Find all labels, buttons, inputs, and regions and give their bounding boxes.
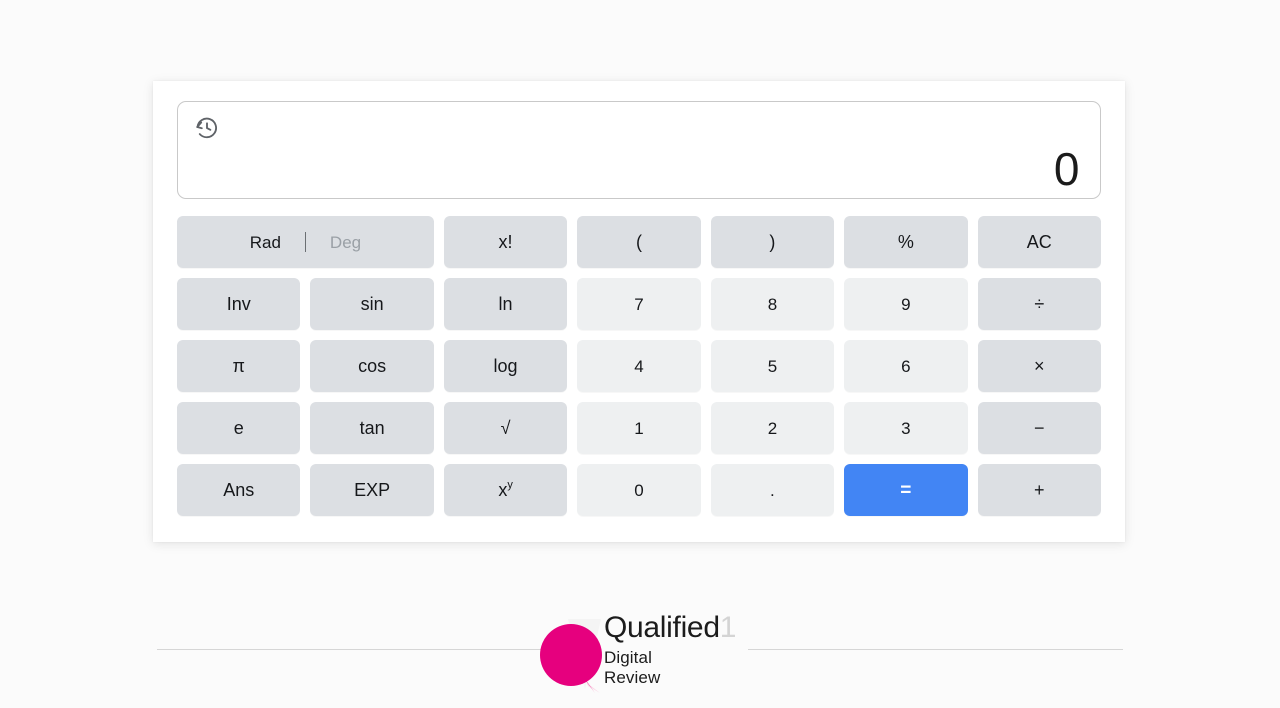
logo-title: Qualified1 — [604, 613, 736, 643]
key-decimal-point-label: . — [770, 480, 775, 500]
key-paren-open-label: ( — [635, 232, 642, 252]
key-multiply[interactable]: × — [977, 340, 1101, 392]
key-ln-label: ln — [498, 294, 513, 314]
key-angle-toggle[interactable]: Rad Deg — [177, 216, 434, 268]
key-ln[interactable]: ln — [443, 278, 568, 330]
logo-title-main: Qualified — [604, 611, 720, 644]
history-icon[interactable] — [194, 115, 220, 141]
key-decimal-point[interactable]: . — [710, 464, 835, 516]
key-6-label: 6 — [901, 356, 911, 376]
angle-mode-rad[interactable]: Rad — [226, 234, 305, 251]
key-3-label: 3 — [901, 418, 911, 438]
key-all-clear-label: AC — [1026, 232, 1052, 252]
key-add[interactable]: + — [977, 464, 1101, 516]
key-power-base: x — [498, 480, 508, 500]
qualified-digital-review-logo: Qualified1 Digital Review — [538, 605, 750, 703]
key-inverse[interactable]: Inv — [177, 278, 301, 330]
key-3[interactable]: 3 — [844, 402, 968, 454]
key-4[interactable]: 4 — [577, 340, 701, 392]
key-percent[interactable]: % — [844, 216, 968, 268]
key-0-label: 0 — [634, 480, 644, 500]
key-divide[interactable]: ÷ — [977, 278, 1101, 330]
calculator-display[interactable]: 0 — [177, 101, 1101, 199]
key-tan[interactable]: tan — [310, 402, 434, 454]
key-answer-label: Ans — [223, 480, 255, 500]
key-7[interactable]: 7 — [577, 278, 701, 330]
key-7-label: 7 — [634, 294, 644, 314]
display-value: 0 — [1053, 143, 1080, 195]
key-5-label: 5 — [767, 356, 778, 376]
footer-rule-right — [748, 649, 1123, 650]
key-9[interactable]: 9 — [844, 278, 968, 330]
key-sin[interactable]: sin — [310, 278, 434, 330]
key-answer[interactable]: Ans — [177, 464, 301, 516]
key-8[interactable]: 8 — [710, 278, 835, 330]
key-add-label: + — [1034, 480, 1045, 500]
key-4-label: 4 — [634, 356, 644, 376]
calculator-keypad: Rad Deg x! ()% AC Inv sin ln 7 8 9 ÷ π cos log 4 5 6 × e tan… — [177, 216, 1101, 516]
key-1[interactable]: 1 — [577, 402, 701, 454]
key-cos-label: cos — [358, 356, 387, 376]
key-power[interactable]: xy — [443, 464, 568, 516]
key-9-label: 9 — [901, 294, 911, 314]
key-inverse-label: Inv — [226, 294, 251, 314]
key-log-label: log — [493, 356, 518, 376]
key-cos[interactable]: cos — [310, 340, 434, 392]
key-log[interactable]: log — [443, 340, 568, 392]
key-square-root[interactable]: √ — [443, 402, 568, 454]
key-subtract[interactable]: − — [977, 402, 1101, 454]
logo-text-block: Qualified1 Digital Review — [604, 613, 736, 688]
key-e-label: e — [233, 418, 244, 438]
key-square-root-label: √ — [500, 418, 511, 438]
key-8-label: 8 — [767, 294, 778, 314]
logo-subtitle-line-2: Review — [604, 668, 661, 688]
key-factorial[interactable]: x! — [443, 216, 568, 268]
key-tan-label: tan — [359, 418, 385, 438]
speech-bubble-logo-icon — [540, 619, 602, 693]
key-exponent-exp-label: EXP — [354, 480, 391, 500]
logo-subtitle-line-1: Digital — [604, 648, 652, 667]
key-divide-label: ÷ — [1034, 294, 1045, 314]
footer-rule-left — [157, 649, 560, 650]
key-sin-label: sin — [360, 294, 384, 314]
key-subtract-label: − — [1034, 418, 1045, 438]
key-factorial-label: x! — [498, 232, 513, 252]
key-multiply-label: × — [1034, 356, 1045, 376]
key-exponent-exp[interactable]: EXP — [310, 464, 434, 516]
key-paren-open[interactable]: ( — [577, 216, 701, 268]
logo-title-suffix: 1 — [719, 611, 737, 644]
key-1-label: 1 — [634, 418, 644, 438]
key-0[interactable]: 0 — [577, 464, 701, 516]
key-percent-label: % — [897, 232, 914, 252]
key-paren-close-label: ) — [769, 232, 776, 252]
key-2[interactable]: 2 — [710, 402, 835, 454]
key-5[interactable]: 5 — [710, 340, 835, 392]
key-6[interactable]: 6 — [844, 340, 968, 392]
key-pi[interactable]: π — [177, 340, 301, 392]
key-equals-label: = — [900, 479, 912, 501]
key-paren-close[interactable]: ) — [710, 216, 835, 268]
footer-watermark: Qualified1 Digital Review — [0, 600, 1280, 708]
key-all-clear[interactable]: AC — [977, 216, 1101, 268]
key-pi-label: π — [232, 356, 245, 376]
key-2-label: 2 — [767, 418, 778, 438]
angle-mode-deg[interactable]: Deg — [306, 234, 385, 251]
key-equals[interactable]: = — [844, 464, 968, 516]
calculator-card: 0 Rad Deg x! ()% AC Inv sin ln 7 8 9 ÷ π cos log 4 5 6 × e t… — [153, 81, 1125, 542]
key-e[interactable]: e — [177, 402, 301, 454]
